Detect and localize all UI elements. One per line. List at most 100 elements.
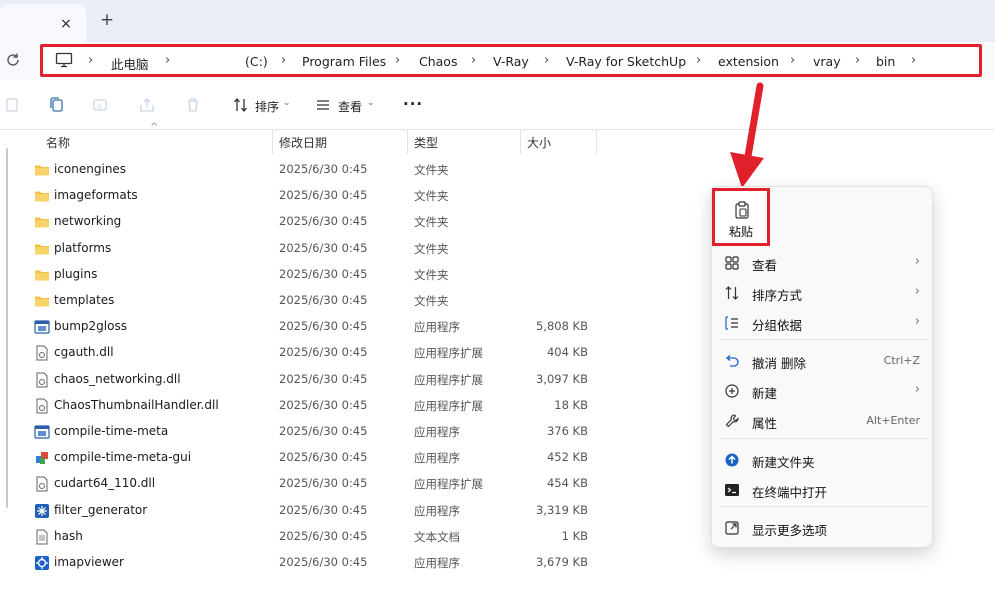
file-row[interactable]: imapviewer 2025/6/30 0:45 应用程序 3,679 KB — [30, 550, 600, 576]
file-row[interactable]: filter_generator 2025/6/30 0:45 应用程序 3,319 … — [30, 498, 600, 524]
file-type: 应用程序 — [414, 556, 460, 570]
context-menu-item[interactable]: 新建 › — [712, 376, 934, 406]
file-type: 应用程序 — [414, 425, 460, 439]
file-row[interactable]: networking 2025/6/30 0:45 文件夹 — [30, 209, 600, 235]
column-divider[interactable] — [272, 130, 273, 154]
file-date: 2025/6/30 0:45 — [279, 162, 368, 176]
file-name: ChaosThumbnailHandler.dll — [54, 397, 219, 412]
folder-icon — [34, 267, 50, 283]
new-tab-button[interactable]: + — [98, 12, 116, 30]
breadcrumb-vray-folder[interactable]: vray — [813, 54, 841, 69]
file-row[interactable]: hash 2025/6/30 0:45 文本文档 1 KB — [30, 524, 600, 550]
column-header-name[interactable]: 名称 — [46, 134, 70, 158]
file-type: 应用程序 — [414, 320, 460, 335]
breadcrumb-this-pc[interactable]: 此电脑 — [111, 54, 149, 73]
cut-icon[interactable] — [4, 96, 22, 114]
context-menu-item[interactable]: 在终端中打开 — [712, 475, 934, 505]
file-row[interactable]: plugins 2025/6/30 0:45 文件夹 — [30, 262, 600, 288]
file-row[interactable]: imageformats 2025/6/30 0:45 文件夹 — [30, 183, 600, 209]
breadcrumb-separator-icon: › — [165, 53, 171, 68]
file-size: 18 KB — [554, 397, 588, 412]
file-date: 2025/6/30 0:45 — [279, 397, 368, 412]
file-row[interactable]: compile-time-meta-gui 2025/6/30 0:45 应用程序 4… — [30, 445, 600, 471]
folder-icon — [34, 188, 50, 204]
address-bar[interactable]: › 此电脑 › (C:) › Program Files › Chaos › V… — [40, 44, 982, 77]
file-name: imapviewer — [54, 555, 124, 569]
file-type: 文件夹 — [414, 163, 449, 177]
share-icon[interactable] — [138, 96, 156, 114]
menu-item-label: 新建文件夹 — [752, 455, 815, 470]
file-name: iconengines — [54, 162, 127, 176]
file-size: 3,679 KB — [535, 555, 588, 569]
context-menu-item[interactable]: 排序方式 › — [712, 278, 934, 308]
column-header-date[interactable]: 修改日期 — [279, 134, 327, 158]
tab-close-button[interactable]: × — [58, 16, 74, 32]
context-menu-item[interactable]: 显示更多选项 — [712, 513, 934, 543]
menu-divider — [718, 438, 928, 439]
rename-icon[interactable]: A — [92, 96, 110, 114]
column-divider[interactable] — [596, 130, 597, 154]
breadcrumb-extension[interactable]: extension — [718, 54, 779, 69]
breadcrumb-separator-icon: › — [790, 53, 796, 68]
context-menu-item[interactable]: 分组依据 › — [712, 308, 934, 338]
view-button[interactable]: 查看 — [338, 98, 362, 115]
column-header-type[interactable]: 类型 — [414, 134, 438, 158]
address-row: › 此电脑 › (C:) › Program Files › Chaos › V… — [0, 42, 995, 80]
file-size: 454 KB — [546, 476, 588, 491]
column-divider[interactable] — [520, 130, 521, 154]
file-row[interactable]: templates 2025/6/30 0:45 文件夹 — [30, 288, 600, 314]
refresh-icon[interactable] — [4, 51, 22, 69]
view-icon[interactable] — [314, 96, 332, 114]
breadcrumb-c-drive[interactable]: (C:) — [245, 54, 268, 69]
paste-button[interactable]: 粘贴 — [712, 188, 770, 246]
context-menu-item[interactable]: 查看 › — [712, 248, 934, 278]
context-menu-item[interactable]: 撤消 删除 Ctrl+Z — [712, 346, 934, 376]
breadcrumb-separator-icon: › — [395, 53, 401, 68]
navigation-pane-scrollbar[interactable] — [6, 148, 8, 508]
terminal-icon — [724, 482, 740, 498]
dll-icon — [34, 372, 50, 388]
more-options-button[interactable]: ··· — [403, 95, 423, 113]
file-row[interactable]: chaos_networking.dll 2025/6/30 0:45 应用程序扩展… — [30, 367, 600, 393]
file-row[interactable]: compile-time-meta 2025/6/30 0:45 应用程序 376 K… — [30, 419, 600, 445]
breadcrumb-separator-icon: › — [471, 53, 477, 68]
breadcrumb-vray[interactable]: V-Ray — [493, 54, 529, 69]
breadcrumb-separator-icon: › — [88, 53, 94, 68]
file-row[interactable]: bump2gloss 2025/6/30 0:45 应用程序 5,808 KB — [30, 314, 600, 340]
file-row[interactable]: cudart64_110.dll 2025/6/30 0:45 应用程序扩展 454 … — [30, 471, 600, 497]
file-row[interactable]: ChaosThumbnailHandler.dll 2025/6/30 0:45 应… — [30, 393, 600, 419]
sort-icon[interactable] — [232, 96, 250, 114]
file-date: 2025/6/30 0:45 — [279, 188, 368, 203]
paste-icon — [735, 201, 749, 219]
breadcrumb-program-files[interactable]: Program Files — [302, 54, 386, 69]
imap-app-icon — [34, 555, 50, 571]
filter-app-icon — [34, 503, 50, 519]
breadcrumb-bin[interactable]: bin — [876, 54, 895, 69]
explorer-tab[interactable]: × — [0, 4, 86, 42]
file-type: 应用程序扩展 — [414, 372, 483, 387]
file-type: 文件夹 — [414, 215, 449, 230]
dll-icon — [34, 476, 50, 492]
sort-button[interactable]: 排序 — [255, 98, 279, 115]
file-type: 文本文档 — [414, 529, 460, 544]
file-type: 应用程序扩展 — [414, 477, 483, 492]
breadcrumb-chaos[interactable]: Chaos — [419, 54, 457, 69]
file-date: 2025/6/30 0:45 — [279, 319, 368, 334]
file-size: 376 KB — [546, 424, 588, 438]
column-header-size[interactable]: 大小 — [527, 134, 551, 158]
context-menu-item[interactable]: 新建文件夹 — [712, 445, 934, 475]
new-folder-icon — [724, 452, 740, 468]
file-row[interactable]: platforms 2025/6/30 0:45 文件夹 — [30, 236, 600, 262]
column-divider[interactable] — [407, 130, 408, 154]
file-row[interactable]: iconengines 2025/6/30 0:45 文件夹 — [30, 157, 600, 183]
context-menu-item[interactable]: 属性 Alt+Enter — [712, 406, 934, 436]
file-row[interactable]: cgauth.dll 2025/6/30 0:45 应用程序扩展 404 KB — [30, 340, 600, 366]
breadcrumb-vray-sketchup[interactable]: V-Ray for SketchUp — [566, 54, 686, 69]
menu-item-label: 属性 — [752, 416, 778, 431]
undo-icon — [724, 353, 740, 369]
file-name: filter_generator — [54, 502, 148, 517]
file-name: templates — [54, 293, 115, 307]
delete-icon[interactable] — [184, 96, 202, 114]
copy-icon[interactable] — [48, 96, 66, 114]
dll-icon — [34, 345, 50, 361]
